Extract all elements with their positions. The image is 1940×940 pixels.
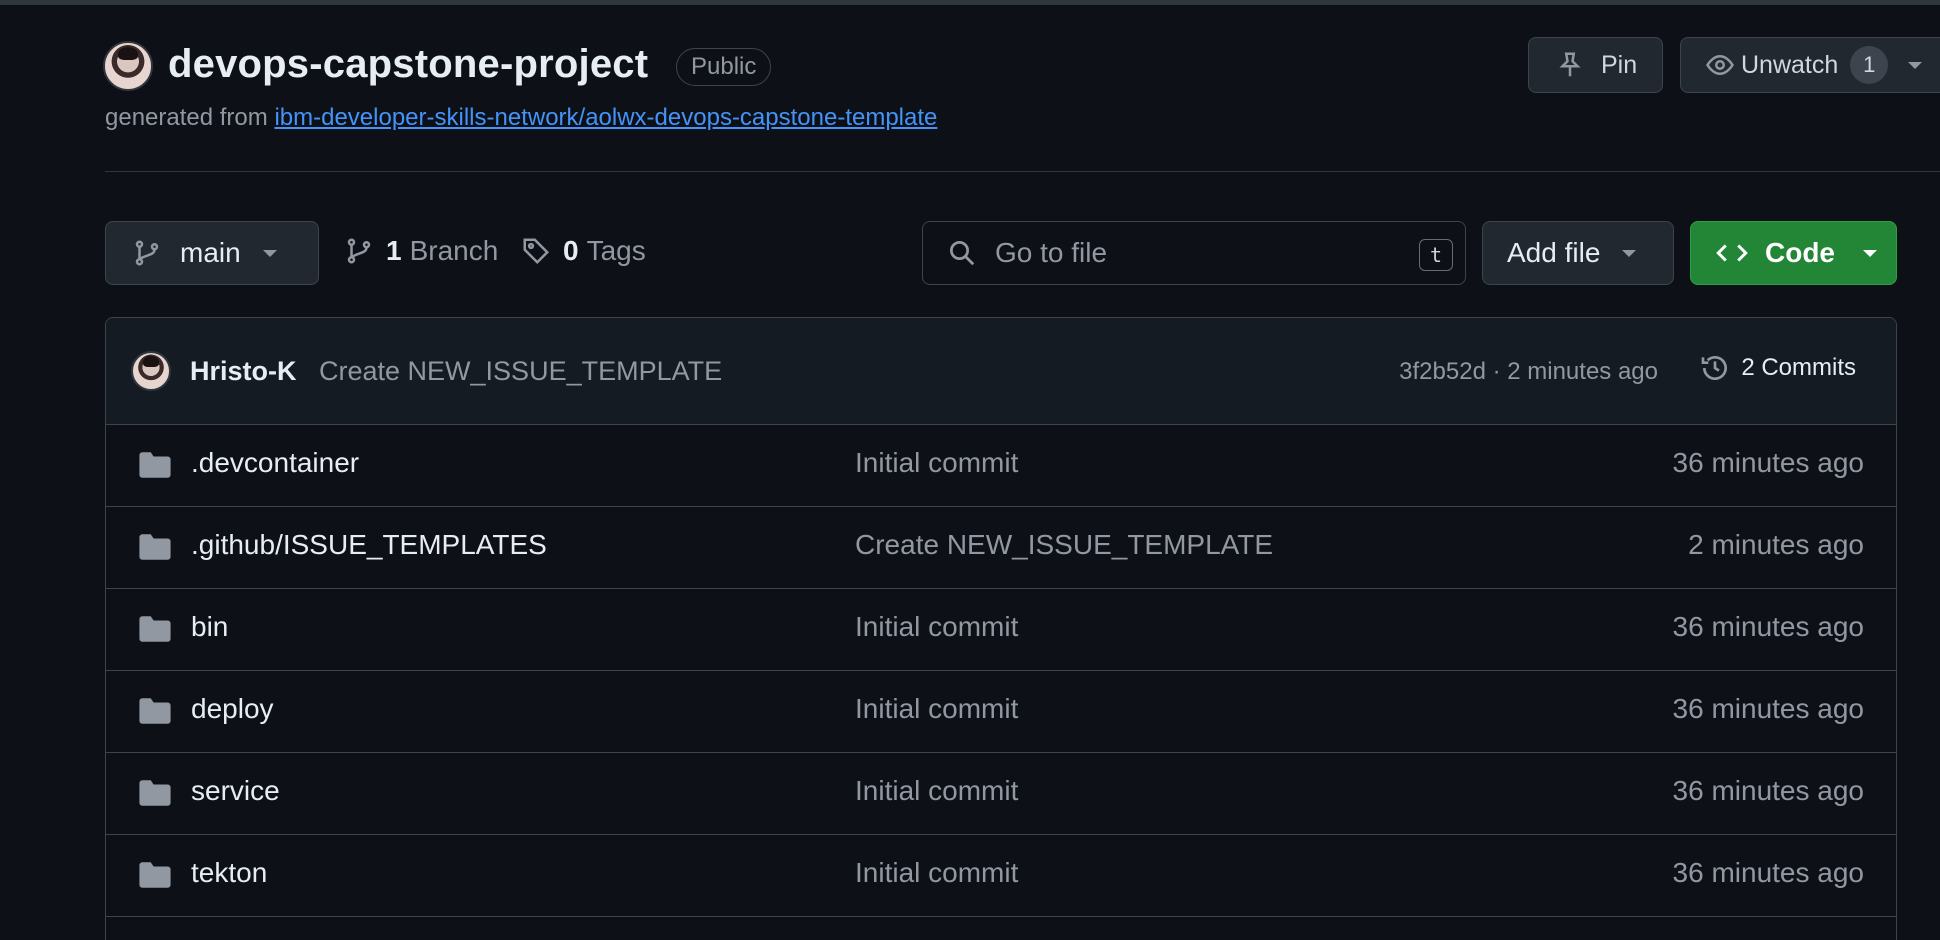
commit-author[interactable]: Hristo-K (190, 356, 297, 387)
file-row[interactable]: deploy Initial commit 36 minutes ago (106, 671, 1896, 753)
folder-icon (138, 860, 172, 895)
chevron-down-icon (1908, 61, 1923, 69)
folder-icon (138, 450, 172, 485)
file-commit-message[interactable]: Initial commit (855, 693, 1018, 725)
add-file-label: Add file (1507, 237, 1601, 268)
branch-selector[interactable]: main (105, 221, 319, 285)
file-commit-message[interactable]: Initial commit (855, 447, 1018, 479)
file-name[interactable]: deploy (191, 693, 274, 725)
branch-name: main (180, 237, 241, 268)
history-icon (1699, 352, 1731, 384)
add-file-button[interactable]: Add file (1482, 221, 1674, 285)
header-divider (105, 171, 1940, 172)
commit-message[interactable]: Create NEW_ISSUE_TEMPLATE (319, 356, 722, 387)
file-name[interactable]: .devcontainer (191, 447, 359, 479)
commit-author-avatar[interactable] (131, 351, 171, 391)
tags-count: 0 (563, 235, 579, 266)
commit-sha-time[interactable]: 3f2b52d · 2 minutes ago (1399, 358, 1658, 386)
chevron-down-icon (1863, 249, 1877, 257)
branches-label: Branch (409, 235, 499, 266)
tags-label: Tags (586, 235, 646, 266)
file-commit-message[interactable]: Initial commit (855, 611, 1018, 643)
top-border (0, 0, 1940, 5)
chevron-down-icon (262, 249, 277, 257)
unwatch-button[interactable]: Unwatch 1 (1680, 37, 1940, 93)
file-commit-message[interactable]: Create NEW_ISSUE_TEMPLATE (855, 529, 1273, 561)
file-list: Hristo-K Create NEW_ISSUE_TEMPLATE 3f2b5… (105, 317, 1897, 940)
code-label: Code (1765, 237, 1835, 268)
folder-icon (138, 696, 172, 731)
commits-link[interactable]: 2 Commits (1699, 352, 1856, 384)
file-name[interactable]: tekton (191, 857, 267, 889)
generated-from: generated from ibm-developer-skills-netw… (105, 104, 937, 132)
file-commit-time: 36 minutes ago (1672, 611, 1864, 642)
folder-icon (138, 614, 172, 649)
template-repo-link[interactable]: ibm-developer-skills-network/aolwx-devop… (274, 104, 937, 131)
pin-icon (1555, 50, 1585, 80)
folder-icon (138, 778, 172, 813)
folder-icon (138, 532, 172, 567)
search-icon (947, 238, 977, 268)
search-placeholder: Go to file (995, 237, 1108, 268)
file-row[interactable]: .github/ISSUE_TEMPLATES Create NEW_ISSUE… (106, 507, 1896, 589)
search-shortcut: t (1419, 239, 1453, 271)
file-commit-time: 36 minutes ago (1672, 857, 1864, 888)
git-branch-icon (132, 238, 162, 268)
unwatch-label: Unwatch (1741, 50, 1839, 79)
file-row[interactable]: bin Initial commit 36 minutes ago (106, 589, 1896, 671)
file-name[interactable]: service (191, 775, 280, 807)
pin-label: Pin (1601, 50, 1638, 79)
file-commit-time: 36 minutes ago (1672, 447, 1864, 478)
tags-link[interactable]: 0 Tags (521, 235, 646, 267)
branches-count: 1 (386, 235, 402, 266)
file-commit-time: 2 minutes ago (1688, 529, 1864, 560)
code-icon (1715, 238, 1749, 268)
repo-title[interactable]: devops-capstone-project (168, 42, 648, 87)
file-commit-message[interactable]: Initial commit (855, 857, 1018, 889)
latest-commit-bar: Hristo-K Create NEW_ISSUE_TEMPLATE 3f2b5… (106, 318, 1896, 425)
file-name[interactable]: bin (191, 611, 228, 643)
branches-link[interactable]: 1 Branch (344, 235, 498, 267)
commits-label: 2 Commits (1741, 354, 1856, 381)
git-branch-icon (344, 236, 374, 266)
owner-avatar[interactable] (103, 41, 153, 91)
visibility-badge: Public (676, 48, 772, 86)
file-commit-message[interactable]: Initial commit (855, 775, 1018, 807)
go-to-file-input[interactable]: Go to file t (922, 221, 1466, 285)
file-row[interactable]: tekton Initial commit 36 minutes ago (106, 835, 1896, 917)
pin-button[interactable]: Pin (1528, 37, 1663, 93)
watch-count: 1 (1850, 46, 1889, 84)
tag-icon (521, 236, 551, 266)
code-button[interactable]: Code (1690, 221, 1897, 285)
eye-icon (1705, 50, 1735, 80)
chevron-down-icon (1622, 249, 1637, 257)
file-row[interactable]: service Initial commit 36 minutes ago (106, 753, 1896, 835)
file-name[interactable]: .github/ISSUE_TEMPLATES (191, 529, 547, 561)
file-commit-time: 36 minutes ago (1672, 775, 1864, 806)
generated-from-label: generated from (105, 104, 268, 131)
file-commit-time: 36 minutes ago (1672, 693, 1864, 724)
file-row[interactable]: .devcontainer Initial commit 36 minutes … (106, 425, 1896, 507)
